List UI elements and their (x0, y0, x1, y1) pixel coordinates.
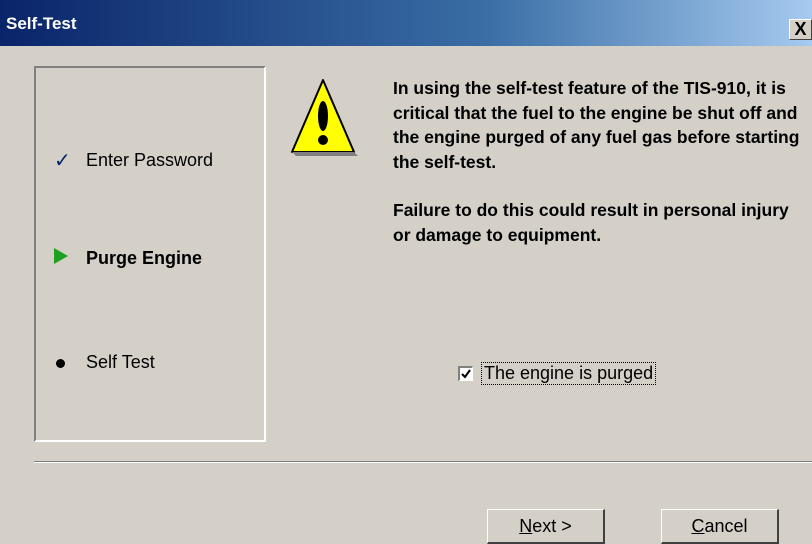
close-icon: X (794, 19, 807, 39)
bullet-icon (54, 352, 86, 373)
warning-paragraph: In using the self-test feature of the TI… (393, 78, 800, 172)
step-label: Enter Password (86, 150, 214, 170)
play-arrow-icon (54, 248, 86, 269)
window-title: Self-Test (6, 14, 77, 33)
check-icon: ✓ (54, 150, 71, 172)
cancel-button[interactable]: Cancel (661, 509, 779, 544)
engine-purged-label[interactable]: The engine is purged (481, 362, 657, 385)
steps-panel: ✓ Enter Password Purge Engine Self Test (34, 66, 266, 442)
next-label: ext > (532, 516, 572, 536)
cancel-label: ancel (704, 516, 748, 536)
step-label: Purge Engine (86, 248, 203, 268)
next-button[interactable]: Next > (487, 509, 605, 544)
warning-icon (291, 79, 358, 156)
engine-purged-checkbox[interactable] (458, 366, 473, 381)
step-self-test: Self Test (54, 352, 155, 373)
title-bar: Self-Test X (0, 0, 812, 46)
next-mnemonic: N (519, 516, 533, 536)
step-label: Self Test (86, 352, 155, 372)
separator (34, 461, 812, 463)
step-purge-engine: Purge Engine (54, 248, 202, 269)
cancel-mnemonic: C (691, 516, 705, 536)
step-enter-password: ✓ Enter Password (54, 148, 213, 173)
checkmark-icon (461, 369, 471, 379)
close-button[interactable]: X (789, 19, 812, 40)
engine-purged-checkbox-row[interactable]: The engine is purged (458, 362, 657, 385)
warning-message: In using the self-test feature of the TI… (393, 76, 808, 247)
warning-paragraph: Failure to do this could result in perso… (393, 200, 789, 245)
